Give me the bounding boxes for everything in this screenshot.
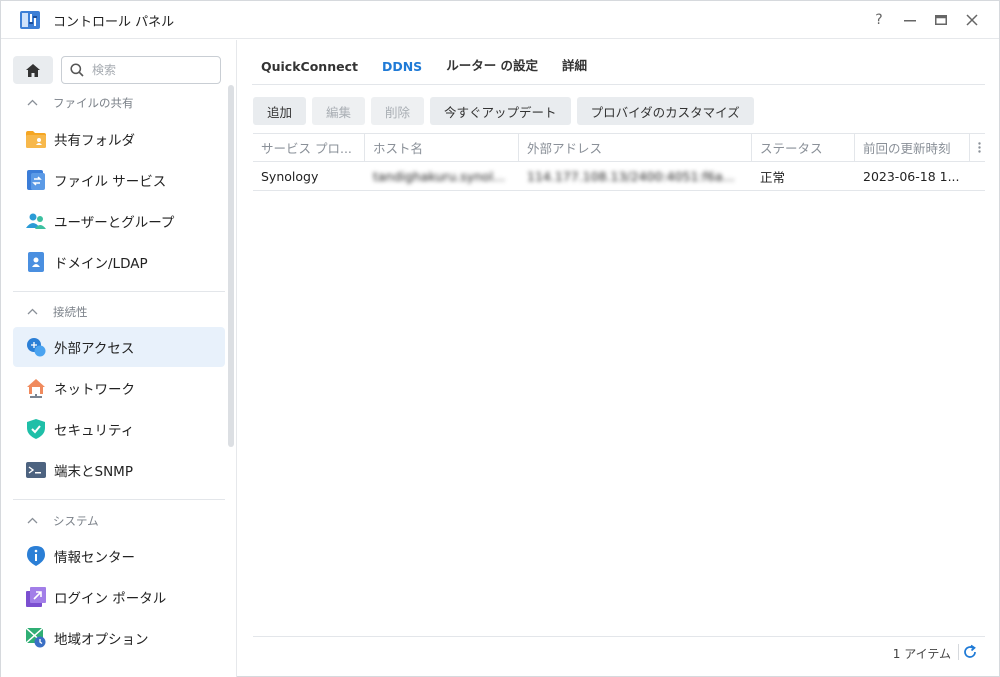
tab-bar: QuickConnect DDNS ルーター の設定 詳細 — [252, 40, 985, 85]
add-button[interactable]: 追加 — [253, 97, 307, 125]
cell-provider: Synology — [261, 168, 319, 184]
sidebar-item-label: ログイン ポータル — [54, 591, 167, 607]
sidebar-item-label: ドメイン/LDAP — [54, 256, 148, 272]
chevron-up-icon — [27, 98, 39, 109]
column-header-service-provider[interactable]: サービス プロ... — [253, 134, 365, 161]
maximize-icon — [935, 15, 947, 25]
sidebar-item-security[interactable]: セキュリティ — [13, 409, 225, 449]
external-access-icon — [26, 337, 46, 357]
section-label: システム — [53, 514, 99, 528]
footer-separator — [958, 644, 959, 660]
sidebar-item-file-services[interactable]: ファイル サービス — [13, 160, 225, 200]
customize-provider-button[interactable]: プロバイダのカスタマイズ — [576, 97, 754, 125]
sidebar-item-regional-options[interactable]: 地域オプション — [13, 618, 225, 658]
regional-options-icon — [26, 628, 46, 648]
help-button[interactable]: ? — [869, 10, 889, 30]
edit-button[interactable]: 編集 — [312, 97, 366, 125]
minimize-button[interactable] — [900, 10, 920, 30]
maximize-button[interactable] — [931, 10, 951, 30]
section-label: ファイルの共有 — [53, 96, 134, 110]
delete-button[interactable]: 削除 — [371, 97, 425, 125]
chevron-up-icon — [27, 307, 39, 318]
more-vertical-icon — [977, 142, 981, 153]
control-panel-app-icon — [20, 11, 40, 29]
sidebar-search[interactable] — [61, 56, 221, 84]
cell-status: 正常 — [760, 169, 786, 185]
sidebar-item-login-portal[interactable]: ログイン ポータル — [13, 577, 225, 617]
sidebar-item-label: ファイル サービス — [54, 174, 167, 190]
sidebar-divider — [13, 291, 225, 292]
sidebar-item-domain-ldap[interactable]: ドメイン/LDAP — [13, 242, 225, 282]
sidebar-item-info-center[interactable]: 情報センター — [13, 536, 225, 576]
network-icon — [26, 378, 46, 398]
sidebar: ファイルの共有 共有フォルダ ファイル サービス ユーザーとグループ ドメイン/… — [1, 40, 237, 677]
sidebar-item-terminal-snmp[interactable]: 端末とSNMP — [13, 450, 225, 490]
cell-last-update: 2023-06-18 1... — [863, 168, 960, 184]
close-button[interactable] — [962, 10, 982, 30]
close-icon — [966, 14, 978, 26]
users-groups-icon — [26, 211, 46, 231]
sidebar-item-shared-folder[interactable]: 共有フォルダ — [13, 119, 225, 159]
cell-hostname: tandighakuru.synol... — [373, 168, 506, 184]
update-now-button[interactable]: 今すぐアップデート — [430, 97, 571, 125]
cell-external-address: 114.177.108.13/2400:4051:f6a... — [527, 168, 735, 184]
search-input[interactable] — [92, 63, 210, 77]
terminal-icon — [26, 460, 46, 480]
sidebar-item-label: ユーザーとグループ — [54, 215, 175, 231]
section-label: 接続性 — [53, 305, 88, 319]
column-menu-button[interactable] — [970, 134, 985, 161]
tab-ddns[interactable]: DDNS — [373, 59, 431, 84]
column-header-hostname[interactable]: ホスト名 — [365, 134, 519, 161]
login-portal-icon — [26, 587, 46, 607]
column-header-external-address[interactable]: 外部アドレス — [519, 134, 752, 161]
table-footer: 1 アイテム — [253, 636, 985, 666]
section-connectivity[interactable]: 接続性 — [27, 304, 88, 320]
sidebar-divider — [13, 499, 225, 500]
tab-advanced[interactable]: 詳細 — [553, 55, 596, 84]
sidebar-item-label: ネットワーク — [54, 382, 135, 398]
home-icon — [26, 63, 40, 77]
sidebar-item-users-groups[interactable]: ユーザーとグループ — [13, 201, 225, 241]
column-header-status[interactable]: ステータス — [752, 134, 855, 161]
file-services-icon — [26, 170, 46, 190]
table-header: サービス プロ... ホスト名 外部アドレス ステータス 前回の更新時刻 — [253, 133, 985, 162]
info-center-icon — [26, 546, 46, 566]
sidebar-item-label: 地域オプション — [54, 632, 149, 648]
sidebar-item-external-access[interactable]: 外部アクセス — [13, 327, 225, 367]
tab-router-settings[interactable]: ルーター の設定 — [437, 55, 547, 84]
domain-ldap-icon — [26, 252, 46, 272]
security-shield-icon — [26, 419, 46, 439]
sidebar-item-network[interactable]: ネットワーク — [13, 368, 225, 408]
ddns-table: サービス プロ... ホスト名 外部アドレス ステータス 前回の更新時刻 Syn… — [253, 133, 985, 191]
chevron-up-icon — [27, 516, 39, 527]
refresh-icon[interactable] — [961, 643, 979, 661]
window-title: コントロール パネル — [53, 15, 175, 30]
item-count: 1 アイテム — [892, 647, 951, 661]
minimize-icon — [904, 20, 916, 22]
table-row[interactable]: Synology tandighakuru.synol... 114.177.1… — [253, 162, 985, 191]
title-bar: コントロール パネル ? — [1, 1, 999, 39]
shared-folder-icon — [26, 129, 46, 149]
sidebar-item-label: 外部アクセス — [54, 341, 135, 357]
sidebar-item-label: セキュリティ — [54, 423, 135, 439]
main-panel: QuickConnect DDNS ルーター の設定 詳細 追加 編集 削除 今… — [238, 40, 999, 677]
column-header-last-update[interactable]: 前回の更新時刻 — [855, 134, 970, 161]
sidebar-item-label: 端末とSNMP — [54, 464, 133, 480]
toolbar: 追加 編集 削除 今すぐアップデート プロバイダのカスタマイズ — [253, 97, 760, 125]
sidebar-item-label: 情報センター — [54, 550, 135, 566]
section-file-sharing[interactable]: ファイルの共有 — [27, 95, 134, 111]
home-button[interactable] — [13, 56, 53, 84]
tab-quickconnect[interactable]: QuickConnect — [252, 59, 367, 84]
section-system[interactable]: システム — [27, 513, 99, 529]
control-panel-window: コントロール パネル ? 検索 ファイルの共有 共有フォルダ ファイル サービス… — [0, 0, 1000, 677]
sidebar-item-label: 共有フォルダ — [54, 133, 135, 149]
sidebar-scrollbar[interactable] — [228, 85, 234, 447]
search-icon — [70, 63, 84, 77]
